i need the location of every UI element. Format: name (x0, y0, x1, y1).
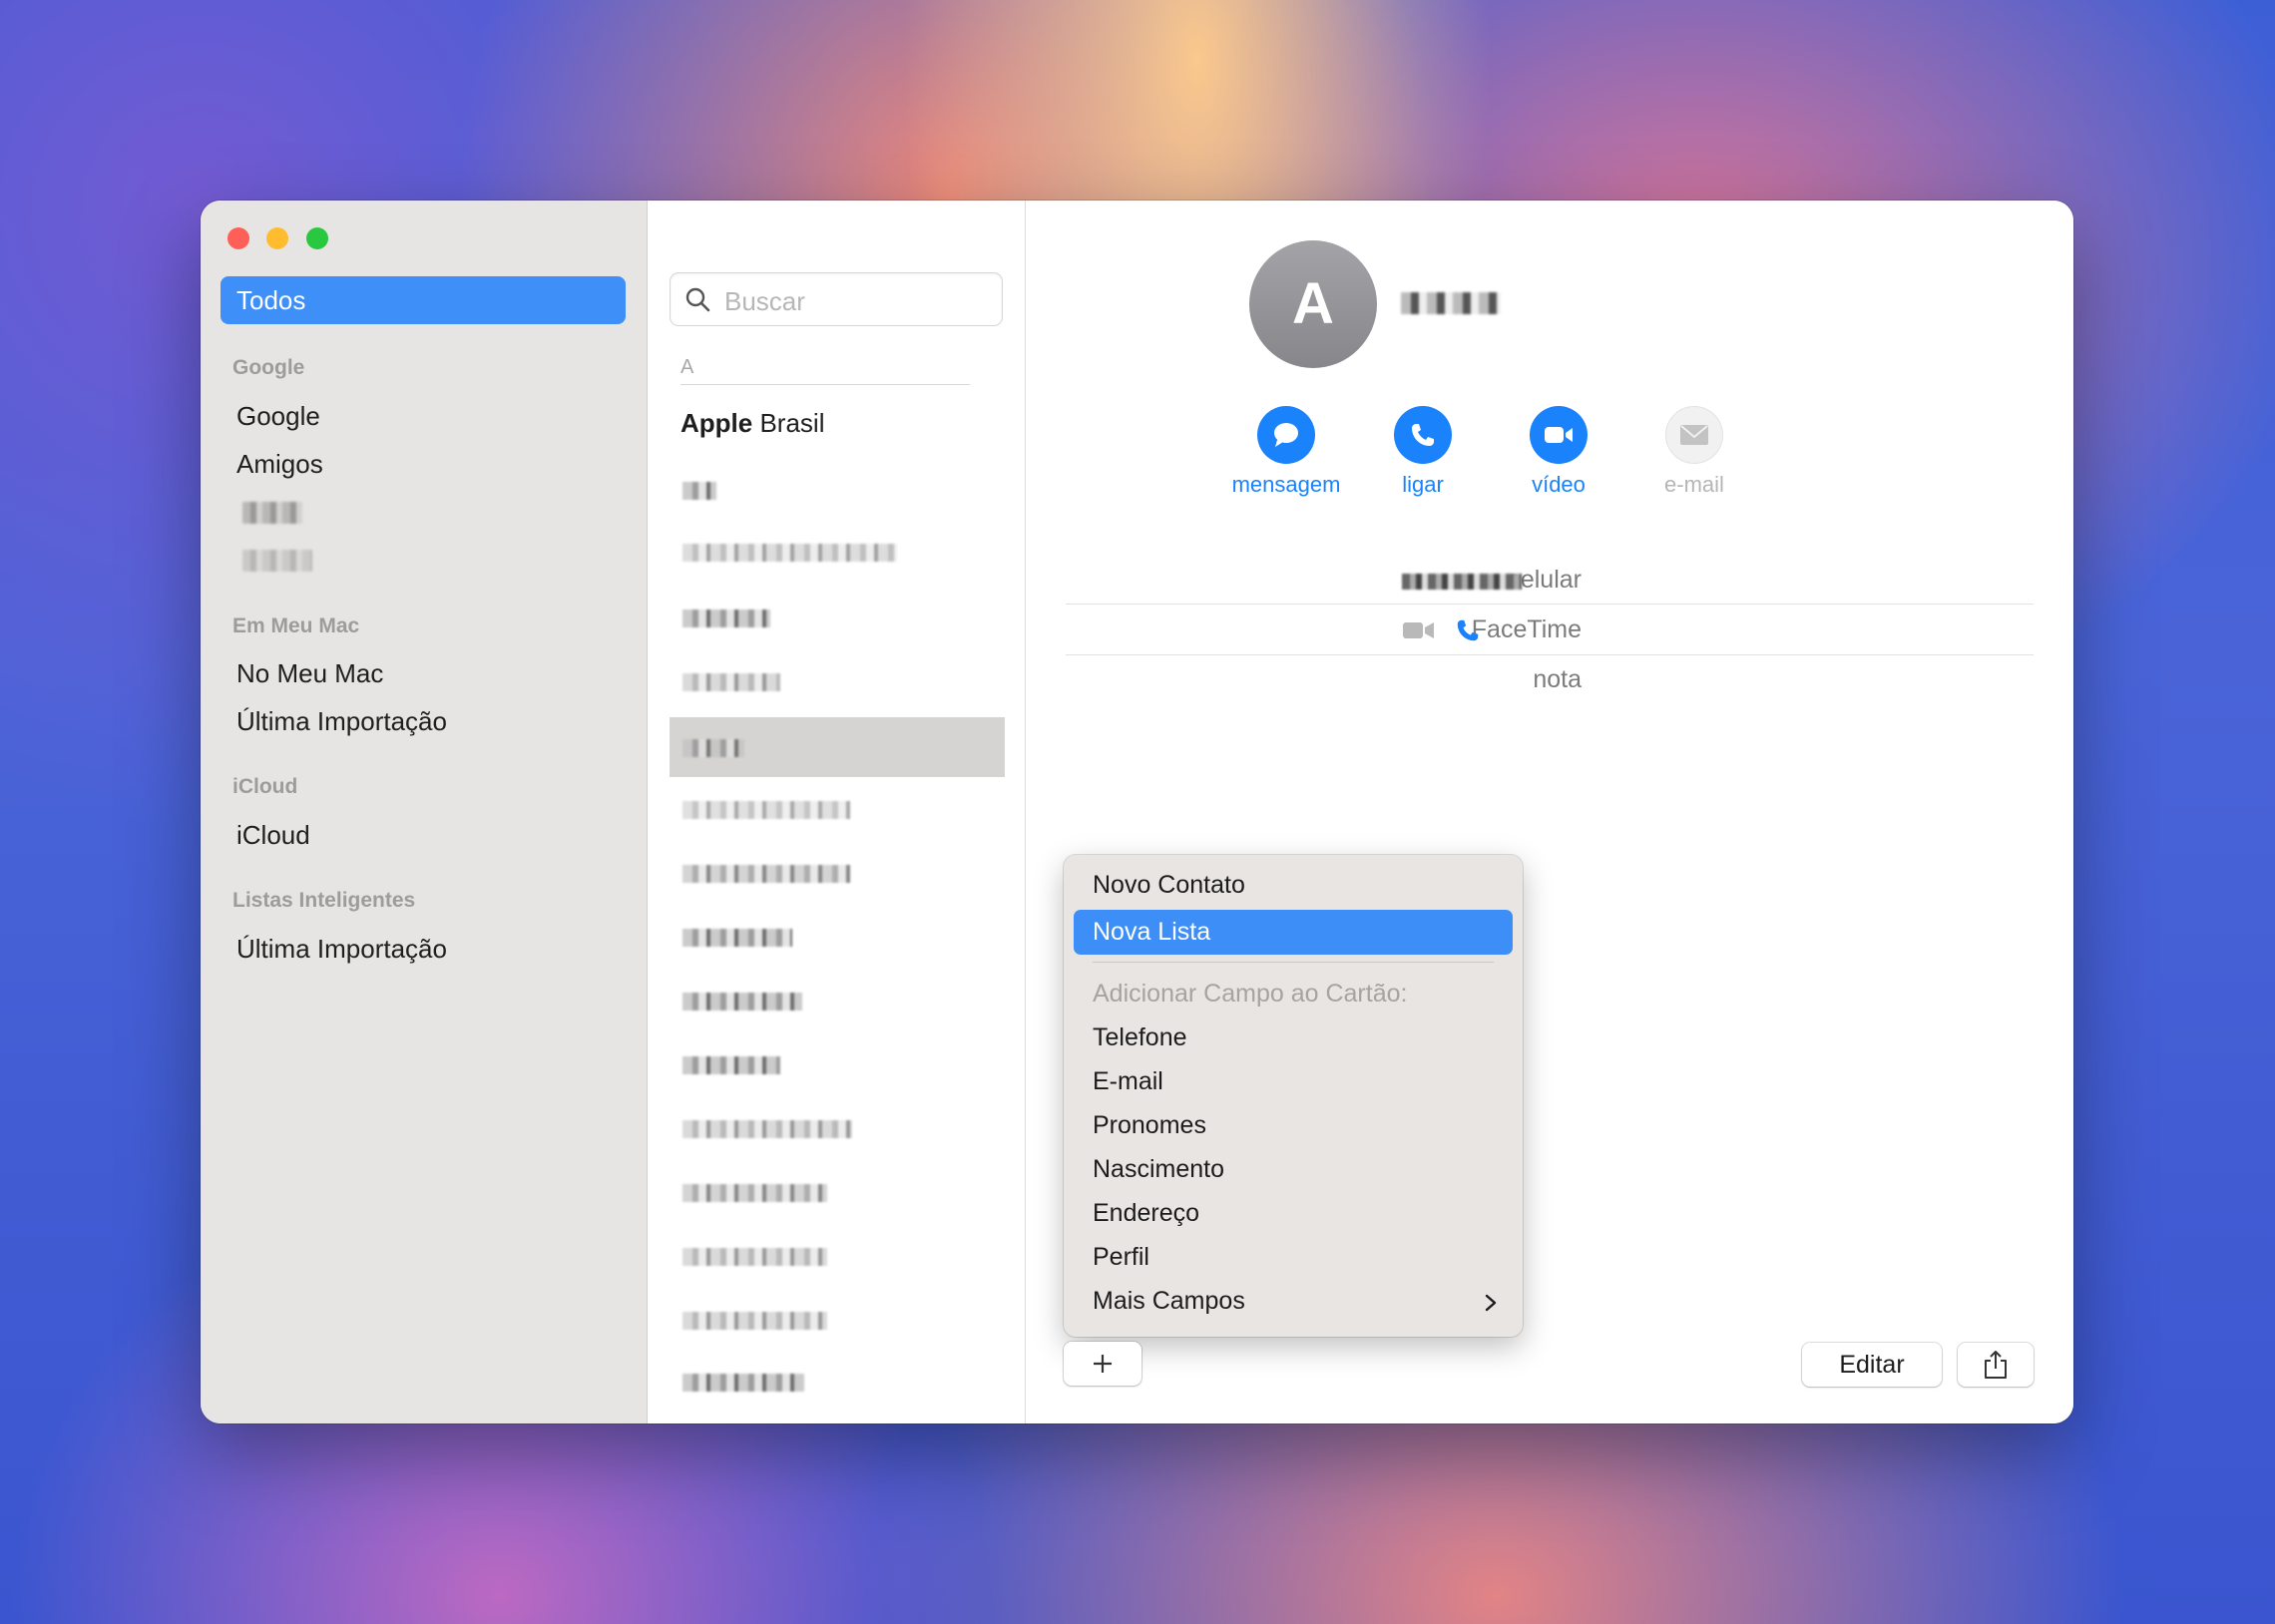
sidebar-item-redacted[interactable] (242, 550, 312, 572)
facetime-video-icon[interactable] (1402, 619, 1436, 641)
list-item[interactable] (682, 1248, 827, 1266)
edit-button[interactable]: Editar (1802, 1343, 1942, 1387)
menu-item-birthday[interactable]: Nascimento (1093, 1155, 1224, 1184)
field-divider (1066, 654, 2034, 655)
sidebar-item-ultima-importacao[interactable]: Última Importação (236, 706, 447, 737)
menu-item-new-list-label: Nova Lista (1093, 918, 1211, 946)
menu-item-phone[interactable]: Telefone (1093, 1023, 1187, 1052)
menu-item-more-fields[interactable]: Mais Campos (1093, 1287, 1245, 1316)
list-item[interactable] (682, 929, 792, 947)
sidebar-heading-em-meu-mac: Em Meu Mac (232, 614, 360, 637)
search-icon (685, 287, 710, 312)
list-item[interactable] (682, 544, 897, 562)
menu-item-email[interactable]: E-mail (1093, 1067, 1163, 1096)
message-label: mensagem (1231, 472, 1341, 497)
search-field[interactable]: Buscar (670, 272, 1003, 326)
contact-name-bold: Apple (681, 408, 753, 438)
list-item[interactable] (682, 801, 850, 819)
phone-icon (1412, 424, 1434, 446)
field-label-facetime: FaceTime (1471, 615, 1582, 643)
sidebar-heading-google: Google (232, 356, 305, 379)
zoom-window-button[interactable] (306, 227, 328, 249)
sidebar: Todos Google Google Amigos Em Meu Mac No… (201, 201, 648, 1423)
sidebar-item-icloud[interactable]: iCloud (236, 820, 310, 851)
menu-separator (1093, 962, 1494, 963)
sidebar-item-todos[interactable]: Todos (221, 276, 626, 324)
list-item[interactable] (682, 739, 744, 757)
field-label-note: nota (1533, 665, 1582, 693)
facetime-audio-icon[interactable] (1455, 617, 1481, 643)
list-item[interactable] (682, 865, 850, 883)
list-item[interactable] (682, 1056, 780, 1074)
list-item[interactable] (682, 1120, 852, 1138)
add-button[interactable] (1064, 1342, 1141, 1386)
share-icon (1985, 1351, 2007, 1379)
list-item[interactable] (682, 609, 770, 627)
list-item[interactable] (682, 482, 716, 500)
close-window-button[interactable] (228, 227, 249, 249)
section-divider (681, 384, 970, 385)
list-item[interactable] (682, 1312, 827, 1330)
menu-item-new-contact[interactable]: Novo Contato (1093, 871, 1245, 900)
list-item[interactable]: Apple Brasil (681, 408, 824, 439)
list-item[interactable] (682, 993, 802, 1011)
share-button[interactable] (1958, 1343, 2034, 1387)
add-menu: Novo Contato Nova Lista Adicionar Campo … (1064, 855, 1523, 1337)
sidebar-heading-icloud: iCloud (232, 775, 298, 798)
menu-item-profile[interactable]: Perfil (1093, 1243, 1149, 1272)
mobile-value-redacted[interactable] (1402, 574, 1522, 590)
call-action[interactable]: ligar (1363, 406, 1483, 498)
list-item[interactable] (682, 1184, 827, 1202)
list-item[interactable] (682, 673, 780, 691)
email-action: e-mail (1634, 406, 1754, 498)
field-divider (1066, 604, 2034, 605)
plus-icon (1094, 1355, 1112, 1373)
sidebar-item-google[interactable]: Google (236, 401, 320, 432)
menu-item-address[interactable]: Endereço (1093, 1199, 1199, 1228)
message-icon (1274, 423, 1298, 447)
envelope-icon (1680, 425, 1708, 445)
sidebar-item-redacted[interactable] (242, 502, 302, 524)
video-camera-icon (1545, 427, 1573, 443)
search-placeholder: Buscar (724, 286, 805, 316)
contacts-window: Todos Google Google Amigos Em Meu Mac No… (201, 201, 2073, 1423)
avatar: A (1249, 240, 1377, 368)
sidebar-item-amigos[interactable]: Amigos (236, 449, 323, 480)
sidebar-item-smart-ultima-importacao[interactable]: Última Importação (236, 934, 447, 965)
menu-item-new-list[interactable]: Nova Lista (1074, 910, 1513, 955)
contact-name-rest: Brasil (752, 408, 825, 438)
sidebar-item-no-meu-mac[interactable]: No Meu Mac (236, 658, 383, 689)
message-action[interactable]: mensagem (1226, 406, 1346, 498)
video-action[interactable]: vídeo (1499, 406, 1618, 498)
list-item[interactable] (682, 1374, 804, 1392)
section-header: A (681, 356, 694, 378)
contact-list: Buscar A Apple Brasil (648, 201, 1026, 1423)
menu-header-add-field: Adicionar Campo ao Cartão: (1093, 980, 1408, 1008)
email-label: e-mail (1664, 472, 1724, 497)
minimize-window-button[interactable] (266, 227, 288, 249)
contact-name-redacted (1401, 292, 1501, 314)
video-label: vídeo (1532, 472, 1586, 497)
sidebar-heading-listas-inteligentes: Listas Inteligentes (232, 889, 416, 912)
chevron-right-icon (1485, 1294, 1497, 1312)
menu-item-pronouns[interactable]: Pronomes (1093, 1111, 1206, 1140)
call-label: ligar (1402, 472, 1444, 497)
